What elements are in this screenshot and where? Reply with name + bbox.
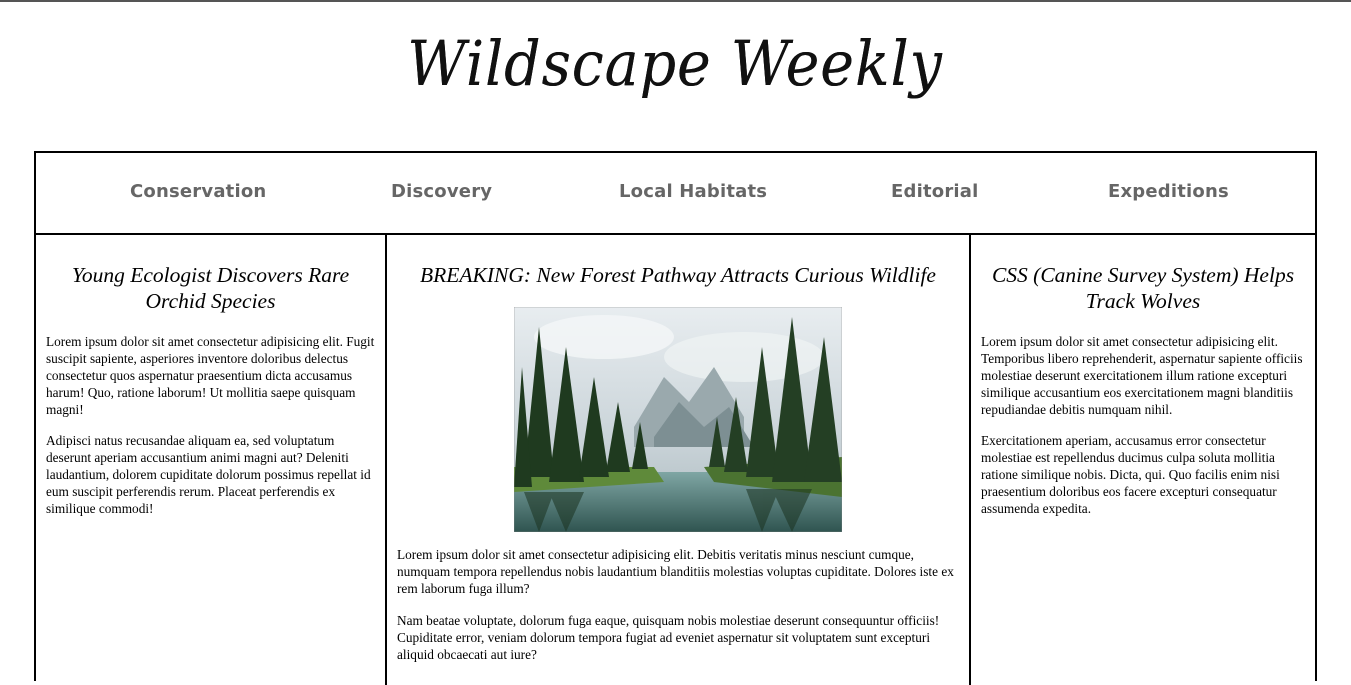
article-paragraph: Adipisci natus recusandae aliquam ea, se… [46, 433, 371, 516]
masthead: Wildscape Weekly [0, 14, 1351, 124]
article-center: BREAKING: New Forest Pathway Attracts Cu… [387, 235, 971, 685]
forest-lake-photo [514, 307, 842, 532]
article-paragraph: Exercitationem aperiam, accusamus error … [981, 433, 1280, 516]
article-headline: CSS (Canine Survey System) Helps Track W… [991, 263, 1295, 313]
article-paragraph: Lorem ipsum dolor sit amet consectetur a… [46, 334, 375, 417]
nav-item-local-habitats[interactable]: Local Habitats [619, 181, 767, 202]
article-columns: Young Ecologist Discovers Rare Orchid Sp… [36, 235, 1315, 685]
article-right: CSS (Canine Survey System) Helps Track W… [971, 235, 1315, 685]
page-frame: Conservation Discovery Local Habitats Ed… [34, 151, 1317, 685]
main-nav: Conservation Discovery Local Habitats Ed… [36, 153, 1315, 235]
article-paragraph: Nam beatae voluptate, dolorum fuga eaque… [397, 613, 940, 662]
article-left: Young Ecologist Discovers Rare Orchid Sp… [36, 235, 387, 685]
site-title: Wildscape Weekly [407, 27, 944, 100]
article-paragraph: Lorem ipsum dolor sit amet consectetur a… [397, 547, 954, 596]
article-paragraph: Lorem ipsum dolor sit amet consectetur a… [981, 334, 1303, 417]
nav-item-expeditions[interactable]: Expeditions [1108, 181, 1229, 202]
article-headline: Young Ecologist Discovers Rare Orchid Sp… [71, 263, 350, 313]
article-headline: BREAKING: New Forest Pathway Attracts Cu… [420, 263, 936, 287]
nav-item-editorial[interactable]: Editorial [891, 181, 979, 202]
top-border [0, 0, 1351, 2]
nav-item-discovery[interactable]: Discovery [391, 181, 492, 202]
nav-item-conservation[interactable]: Conservation [130, 181, 266, 202]
